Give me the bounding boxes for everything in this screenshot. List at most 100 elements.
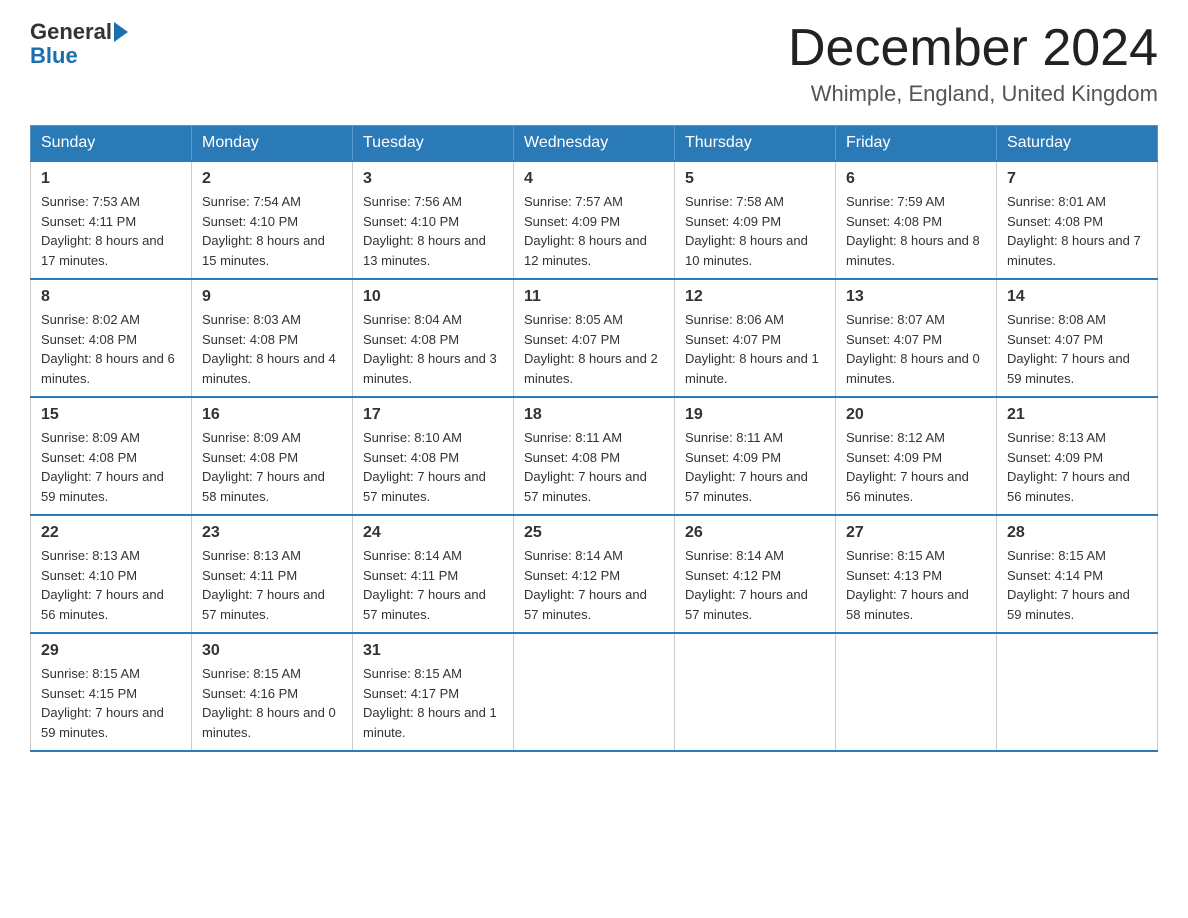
day-info: Sunrise: 7:53 AM Sunset: 4:11 PM Dayligh…	[41, 192, 181, 270]
calendar-header-row: Sunday Monday Tuesday Wednesday Thursday…	[31, 126, 1158, 162]
day-number: 7	[1007, 170, 1147, 188]
day-number: 31	[363, 642, 503, 660]
table-row: 26 Sunrise: 8:14 AM Sunset: 4:12 PM Dayl…	[675, 515, 836, 633]
day-number: 24	[363, 524, 503, 542]
day-number: 2	[202, 170, 342, 188]
calendar-week-1: 1 Sunrise: 7:53 AM Sunset: 4:11 PM Dayli…	[31, 161, 1158, 279]
day-info: Sunrise: 8:11 AM Sunset: 4:08 PM Dayligh…	[524, 428, 664, 506]
page-header: General Blue December 2024 Whimple, Engl…	[30, 20, 1158, 107]
day-number: 15	[41, 406, 181, 424]
day-info: Sunrise: 8:03 AM Sunset: 4:08 PM Dayligh…	[202, 310, 342, 388]
month-title: December 2024	[788, 20, 1158, 77]
table-row: 2 Sunrise: 7:54 AM Sunset: 4:10 PM Dayli…	[192, 161, 353, 279]
day-number: 26	[685, 524, 825, 542]
day-number: 16	[202, 406, 342, 424]
day-number: 10	[363, 288, 503, 306]
table-row: 22 Sunrise: 8:13 AM Sunset: 4:10 PM Dayl…	[31, 515, 192, 633]
day-info: Sunrise: 7:56 AM Sunset: 4:10 PM Dayligh…	[363, 192, 503, 270]
day-number: 3	[363, 170, 503, 188]
day-number: 23	[202, 524, 342, 542]
table-row: 25 Sunrise: 8:14 AM Sunset: 4:12 PM Dayl…	[514, 515, 675, 633]
calendar-week-4: 22 Sunrise: 8:13 AM Sunset: 4:10 PM Dayl…	[31, 515, 1158, 633]
col-friday: Friday	[836, 126, 997, 162]
logo-blue: Blue	[30, 44, 128, 68]
location: Whimple, England, United Kingdom	[788, 81, 1158, 107]
day-info: Sunrise: 7:58 AM Sunset: 4:09 PM Dayligh…	[685, 192, 825, 270]
day-info: Sunrise: 8:15 AM Sunset: 4:15 PM Dayligh…	[41, 664, 181, 742]
calendar-table: Sunday Monday Tuesday Wednesday Thursday…	[30, 125, 1158, 752]
table-row	[675, 633, 836, 751]
table-row: 31 Sunrise: 8:15 AM Sunset: 4:17 PM Dayl…	[353, 633, 514, 751]
day-info: Sunrise: 8:11 AM Sunset: 4:09 PM Dayligh…	[685, 428, 825, 506]
day-number: 9	[202, 288, 342, 306]
day-info: Sunrise: 8:14 AM Sunset: 4:12 PM Dayligh…	[685, 546, 825, 624]
table-row: 15 Sunrise: 8:09 AM Sunset: 4:08 PM Dayl…	[31, 397, 192, 515]
day-info: Sunrise: 8:13 AM Sunset: 4:10 PM Dayligh…	[41, 546, 181, 624]
calendar-week-5: 29 Sunrise: 8:15 AM Sunset: 4:15 PM Dayl…	[31, 633, 1158, 751]
day-number: 13	[846, 288, 986, 306]
day-number: 17	[363, 406, 503, 424]
table-row: 16 Sunrise: 8:09 AM Sunset: 4:08 PM Dayl…	[192, 397, 353, 515]
day-info: Sunrise: 8:08 AM Sunset: 4:07 PM Dayligh…	[1007, 310, 1147, 388]
table-row: 14 Sunrise: 8:08 AM Sunset: 4:07 PM Dayl…	[997, 279, 1158, 397]
day-info: Sunrise: 8:15 AM Sunset: 4:17 PM Dayligh…	[363, 664, 503, 742]
day-info: Sunrise: 7:59 AM Sunset: 4:08 PM Dayligh…	[846, 192, 986, 270]
logo-arrow-icon	[114, 22, 128, 42]
day-info: Sunrise: 7:57 AM Sunset: 4:09 PM Dayligh…	[524, 192, 664, 270]
day-number: 1	[41, 170, 181, 188]
table-row: 19 Sunrise: 8:11 AM Sunset: 4:09 PM Dayl…	[675, 397, 836, 515]
day-number: 29	[41, 642, 181, 660]
table-row: 12 Sunrise: 8:06 AM Sunset: 4:07 PM Dayl…	[675, 279, 836, 397]
day-info: Sunrise: 8:10 AM Sunset: 4:08 PM Dayligh…	[363, 428, 503, 506]
day-info: Sunrise: 8:14 AM Sunset: 4:11 PM Dayligh…	[363, 546, 503, 624]
day-number: 21	[1007, 406, 1147, 424]
day-number: 18	[524, 406, 664, 424]
day-number: 5	[685, 170, 825, 188]
table-row: 9 Sunrise: 8:03 AM Sunset: 4:08 PM Dayli…	[192, 279, 353, 397]
col-tuesday: Tuesday	[353, 126, 514, 162]
day-info: Sunrise: 8:06 AM Sunset: 4:07 PM Dayligh…	[685, 310, 825, 388]
col-monday: Monday	[192, 126, 353, 162]
day-number: 30	[202, 642, 342, 660]
col-saturday: Saturday	[997, 126, 1158, 162]
title-block: December 2024 Whimple, England, United K…	[788, 20, 1158, 107]
day-info: Sunrise: 8:13 AM Sunset: 4:09 PM Dayligh…	[1007, 428, 1147, 506]
day-info: Sunrise: 8:02 AM Sunset: 4:08 PM Dayligh…	[41, 310, 181, 388]
day-number: 6	[846, 170, 986, 188]
day-number: 25	[524, 524, 664, 542]
table-row: 28 Sunrise: 8:15 AM Sunset: 4:14 PM Dayl…	[997, 515, 1158, 633]
day-info: Sunrise: 8:15 AM Sunset: 4:13 PM Dayligh…	[846, 546, 986, 624]
day-info: Sunrise: 7:54 AM Sunset: 4:10 PM Dayligh…	[202, 192, 342, 270]
col-wednesday: Wednesday	[514, 126, 675, 162]
calendar-week-3: 15 Sunrise: 8:09 AM Sunset: 4:08 PM Dayl…	[31, 397, 1158, 515]
col-thursday: Thursday	[675, 126, 836, 162]
day-info: Sunrise: 8:04 AM Sunset: 4:08 PM Dayligh…	[363, 310, 503, 388]
day-info: Sunrise: 8:07 AM Sunset: 4:07 PM Dayligh…	[846, 310, 986, 388]
day-number: 19	[685, 406, 825, 424]
day-info: Sunrise: 8:09 AM Sunset: 4:08 PM Dayligh…	[41, 428, 181, 506]
table-row	[514, 633, 675, 751]
table-row: 21 Sunrise: 8:13 AM Sunset: 4:09 PM Dayl…	[997, 397, 1158, 515]
day-number: 27	[846, 524, 986, 542]
logo-general: General	[30, 20, 112, 44]
table-row: 17 Sunrise: 8:10 AM Sunset: 4:08 PM Dayl…	[353, 397, 514, 515]
day-info: Sunrise: 8:15 AM Sunset: 4:14 PM Dayligh…	[1007, 546, 1147, 624]
day-number: 28	[1007, 524, 1147, 542]
calendar-week-2: 8 Sunrise: 8:02 AM Sunset: 4:08 PM Dayli…	[31, 279, 1158, 397]
day-number: 14	[1007, 288, 1147, 306]
table-row: 3 Sunrise: 7:56 AM Sunset: 4:10 PM Dayli…	[353, 161, 514, 279]
table-row: 20 Sunrise: 8:12 AM Sunset: 4:09 PM Dayl…	[836, 397, 997, 515]
table-row: 11 Sunrise: 8:05 AM Sunset: 4:07 PM Dayl…	[514, 279, 675, 397]
day-info: Sunrise: 8:05 AM Sunset: 4:07 PM Dayligh…	[524, 310, 664, 388]
table-row: 30 Sunrise: 8:15 AM Sunset: 4:16 PM Dayl…	[192, 633, 353, 751]
day-number: 12	[685, 288, 825, 306]
day-info: Sunrise: 8:12 AM Sunset: 4:09 PM Dayligh…	[846, 428, 986, 506]
table-row: 8 Sunrise: 8:02 AM Sunset: 4:08 PM Dayli…	[31, 279, 192, 397]
day-number: 4	[524, 170, 664, 188]
day-info: Sunrise: 8:01 AM Sunset: 4:08 PM Dayligh…	[1007, 192, 1147, 270]
day-number: 11	[524, 288, 664, 306]
table-row	[997, 633, 1158, 751]
day-info: Sunrise: 8:09 AM Sunset: 4:08 PM Dayligh…	[202, 428, 342, 506]
logo: General Blue	[30, 20, 128, 68]
day-number: 22	[41, 524, 181, 542]
